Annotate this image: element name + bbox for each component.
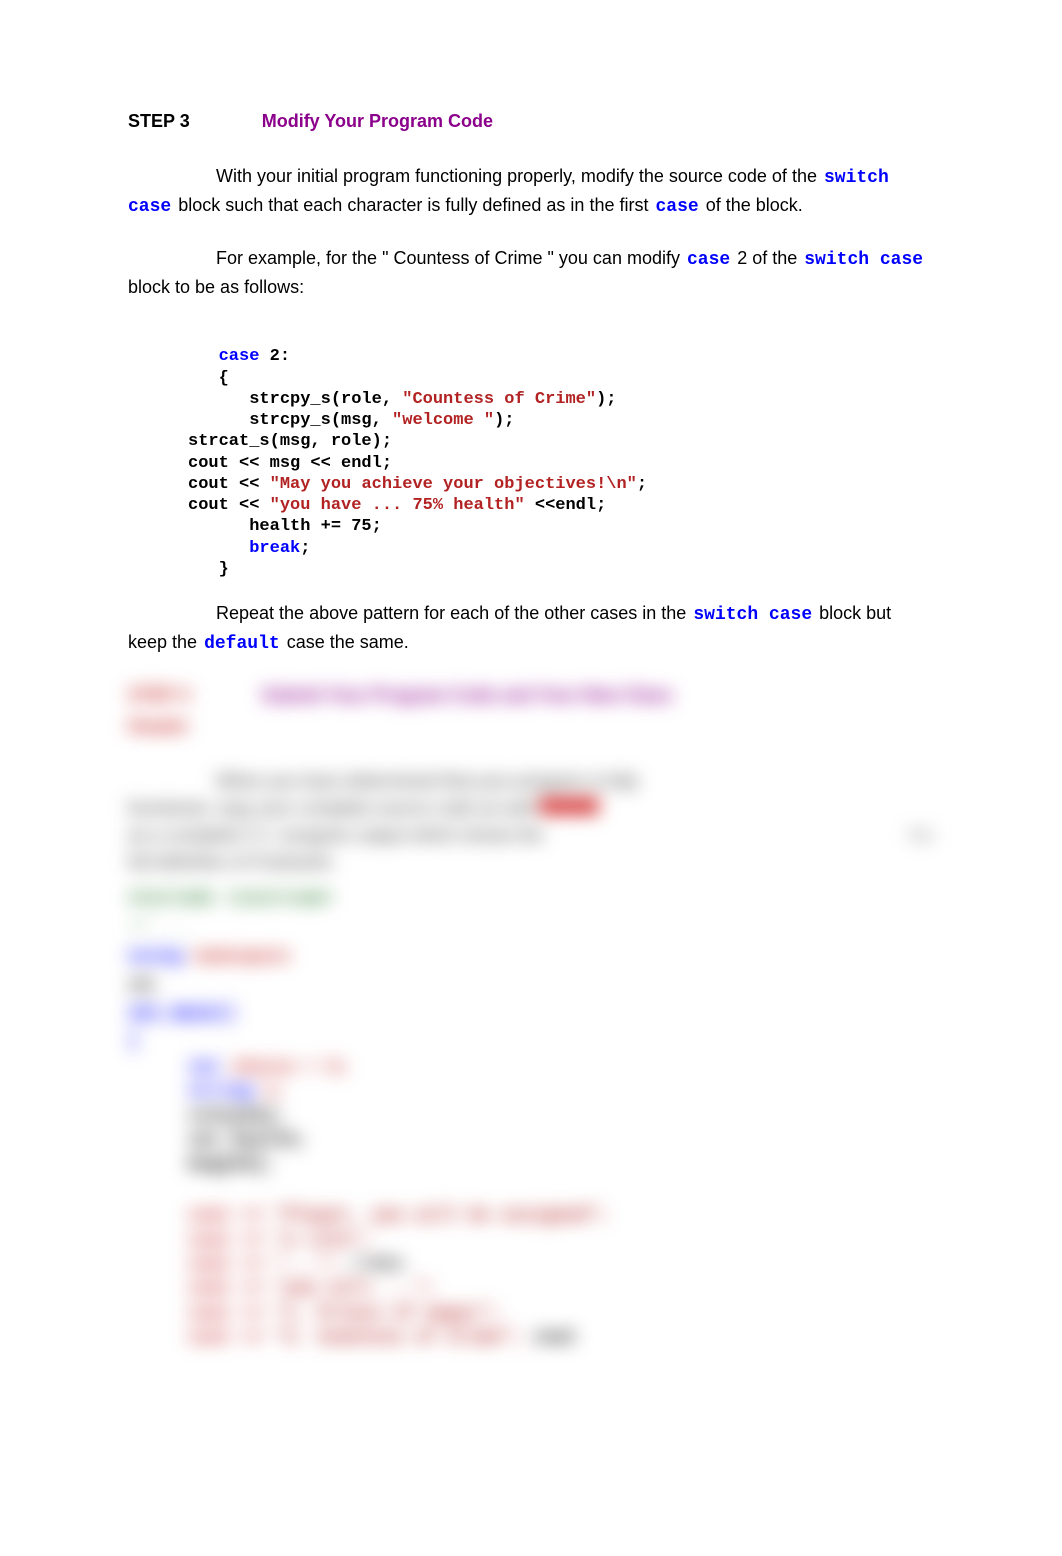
paragraph-3: Repeat the above pattern for each of the… — [128, 600, 934, 658]
blurred-sub: Header — [128, 713, 934, 740]
blurred-step-header: STEP 4 Submit Your Program Code and Your… — [128, 682, 934, 709]
code-l11: } — [219, 560, 229, 579]
blurred-step-label: STEP 4 — [128, 682, 190, 709]
code-l8a: cout << — [188, 496, 270, 515]
p2-t3: block to be as follows: — [128, 277, 304, 297]
code-block: case 2: { strcpy_s(role, "Countess of Cr… — [188, 325, 934, 580]
p2-t1: For example, for the " Countess of Crime… — [216, 248, 685, 268]
code-l9: health += 75; — [219, 517, 382, 536]
code-l4b: ); — [494, 411, 514, 430]
p2-t2: 2 of the — [732, 248, 802, 268]
paragraph-2: For example, for the " Countess of Crime… — [128, 245, 934, 301]
paragraph-1: With your initial program functioning pr… — [128, 163, 934, 221]
code-str: "you have ... 75% health" — [270, 496, 525, 515]
code-l6: cout << msg << endl; — [188, 454, 392, 473]
code-kw-break: break — [249, 539, 300, 558]
code-l10a — [219, 539, 250, 558]
code-l7a: cout << — [188, 475, 270, 494]
step-title: Modify Your Program Code — [262, 108, 493, 135]
blurred-para: When you have determined that your progr… — [128, 768, 934, 876]
keyword-case: case — [653, 197, 700, 217]
p1-t3: of the block. — [701, 195, 803, 215]
blurred-code-region: #include <iostream> // ... using namespa… — [128, 884, 934, 1350]
code-str: "welcome " — [392, 411, 494, 430]
code-l3b: ); — [596, 390, 616, 409]
code-l2: { — [219, 369, 229, 388]
keyword-case: case — [685, 250, 732, 270]
p3-t1: Repeat the above pattern for each of the… — [216, 603, 691, 623]
code-l8b: <<endl; — [525, 496, 607, 515]
step-number: STEP 3 — [128, 108, 190, 135]
keyword-default: default — [202, 634, 282, 654]
code-l7b: ; — [637, 475, 647, 494]
code-l3a: strcpy_s(role, — [219, 390, 403, 409]
blurred-step-title: Submit Your Program Code and Your New Cl… — [262, 682, 673, 709]
p1-t2: block such that each character is fully … — [173, 195, 653, 215]
keyword-switch-case: switch case — [691, 605, 814, 625]
code-l5: strcat_s(msg, role); — [188, 432, 392, 451]
step-header: STEP 3 Modify Your Program Code — [128, 108, 934, 135]
p1-t1: With your initial program functioning pr… — [216, 166, 822, 186]
keyword-switch-case: switch case — [802, 250, 925, 270]
code-l4a: strcpy_s(msg, — [219, 411, 392, 430]
code-kw-case: case — [219, 347, 260, 366]
code-str: "May you achieve your objectives!\n" — [270, 475, 637, 494]
code-str: "Countess of Crime" — [402, 390, 596, 409]
code-l1b: 2: — [259, 347, 290, 366]
p3-t3: case the same. — [282, 632, 409, 652]
code-l10b: ; — [300, 539, 310, 558]
blurred-content: STEP 4 Submit Your Program Code and Your… — [128, 682, 934, 1350]
